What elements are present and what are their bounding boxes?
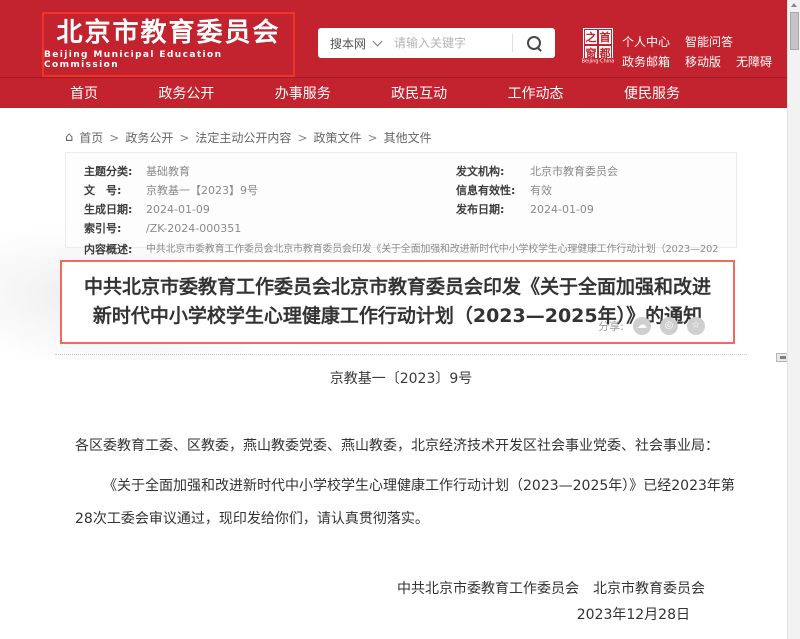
link-accessibility[interactable]: 无障碍 <box>736 53 772 70</box>
nav-item-gov-disclosure[interactable]: 政务公开 <box>158 83 214 103</box>
meta-value: 中共北京市委教育工作委员会北京市教育委员会印发《关于全面加强和改进新时代中小学校… <box>146 243 718 256</box>
search-scope-select[interactable]: 搜本网 <box>330 35 366 52</box>
meta-row-summary: 内容概述: 中共北京市委教育工作委员会北京市教育委员会印发《关于全面加强和改进新… <box>84 243 718 256</box>
share-row: 分享: ☁ ◎ ☆ <box>598 317 705 335</box>
capital-logo-char: 首 <box>598 29 612 45</box>
meta-row-issuing-agency: 发文机构: 北京市教育委员会 <box>456 165 718 178</box>
breadcrumb-item-statutory-content[interactable]: 法定主动公开内容 <box>195 129 291 146</box>
meta-value: 2024-01-09 <box>530 203 594 216</box>
meta-row-index-number: 索引号: /ZK-2024-000351 <box>84 222 456 235</box>
search-icon <box>527 36 541 50</box>
breadcrumb-item-policy-docs[interactable]: 政策文件 <box>314 129 362 146</box>
nav-item-interaction[interactable]: 政民互动 <box>391 83 447 103</box>
link-personal-center[interactable]: 个人中心 <box>622 33 670 50</box>
capital-logo-char: 之 <box>584 29 598 45</box>
meta-row-doc-number: 文 号: 京教基一【2023】9号 <box>84 184 456 197</box>
weibo-share-icon[interactable]: ◎ <box>660 317 678 335</box>
link-smart-qa[interactable]: 智能问答 <box>685 33 733 50</box>
article-title-annotation-box: 中共北京市委教育工作委员会北京市教育委员会印发《关于全面加强和改进新时代中小学校… <box>60 260 735 344</box>
wechat-share-icon[interactable]: ☁ <box>633 317 651 335</box>
article-paragraph: 《关于全面加强和改进新时代中小学校学生心理健康工作行动计划（2023—2025年… <box>75 470 737 536</box>
meta-label: 信息有效性: <box>456 184 530 197</box>
meta-label: 生成日期: <box>84 203 146 216</box>
meta-row-topic: 主题分类: 基础教育 <box>84 165 456 178</box>
scrollbar-up-arrow-icon[interactable] <box>791 3 797 7</box>
share-label: 分享: <box>598 318 624 334</box>
article-paragraph: 各区委教育工委、区教委，燕山教委党委、燕山教委，北京经济技术开发区社会事业党委、… <box>75 434 735 458</box>
breadcrumb-item-home[interactable]: 首页 <box>79 129 103 146</box>
meta-label: 主题分类: <box>84 165 146 178</box>
breadcrumb-separator: > <box>109 131 119 145</box>
site-title[interactable]: 北京市教育委员会 <box>56 19 280 47</box>
meta-value: 2024-01-09 <box>146 203 210 216</box>
capital-window-logo[interactable]: 之 首 窗 都 <box>583 28 613 58</box>
meta-label: 发布日期: <box>456 203 530 216</box>
meta-row-publish-date: 发布日期: 2024-01-09 <box>456 203 718 216</box>
meta-label: 文 号: <box>84 184 146 197</box>
nav-item-work-news[interactable]: 工作动态 <box>508 83 564 103</box>
scrollbar-thumb[interactable] <box>790 12 799 50</box>
chevron-down-icon[interactable] <box>373 37 383 47</box>
nav-item-convenience[interactable]: 便民服务 <box>624 83 680 103</box>
header-quick-links-row2: 政务邮箱 移动版 无障碍 <box>622 53 772 70</box>
article-date: 2023年12月28日 <box>75 604 690 624</box>
meta-value: 北京市教育委员会 <box>530 165 618 178</box>
site-header: 北京市教育委员会 Beijing Municipal Education Com… <box>0 0 787 77</box>
search-input[interactable] <box>392 35 512 51</box>
meta-row-created-date: 生成日期: 2024-01-09 <box>84 203 456 216</box>
scrollbar-track[interactable] <box>787 0 800 639</box>
home-icon: ⌂ <box>65 130 73 145</box>
favorite-share-icon[interactable]: ☆ <box>687 317 705 335</box>
meta-label: 发文机构: <box>456 165 530 178</box>
meta-value: 基础教育 <box>146 165 190 178</box>
article-signature: 中共北京市委教育工作委员会 北京市教育委员会 <box>75 578 705 598</box>
nav-item-home[interactable]: 首页 <box>70 83 98 103</box>
dotted-separator <box>55 354 747 355</box>
meta-label: 内容概述: <box>84 243 146 256</box>
breadcrumb-separator: > <box>297 131 307 145</box>
capital-logo-caption: Beijing·China <box>579 58 616 64</box>
link-gov-mail[interactable]: 政务邮箱 <box>622 53 670 70</box>
document-number: 京教基一〔2023〕9号 <box>65 368 737 388</box>
meta-value: /ZK-2024-000351 <box>146 222 241 235</box>
header-quick-links-row1: 个人中心 智能问答 <box>622 33 733 50</box>
main-nav: 首页 政务公开 办事服务 政民互动 工作动态 便民服务 <box>0 77 787 108</box>
breadcrumb-separator: > <box>179 131 189 145</box>
logo-annotation-box: 北京市教育委员会 Beijing Municipal Education Com… <box>42 12 295 77</box>
breadcrumb: ⌂ 首页 > 政务公开 > 法定主动公开内容 > 政策文件 > 其他文件 <box>65 129 432 146</box>
site-subtitle: Beijing Municipal Education Commission <box>44 50 293 70</box>
breadcrumb-separator: > <box>368 131 378 145</box>
breadcrumb-item-other-docs[interactable]: 其他文件 <box>384 129 432 146</box>
meta-value: 有效 <box>530 184 552 197</box>
breadcrumb-item-gov-disclosure[interactable]: 政务公开 <box>125 129 173 146</box>
meta-value: 京教基一【2023】9号 <box>146 184 258 197</box>
nav-item-services[interactable]: 办事服务 <box>275 83 331 103</box>
search-button[interactable] <box>513 28 555 58</box>
link-mobile-version[interactable]: 移动版 <box>685 53 721 70</box>
search-box: 搜本网 <box>318 28 555 58</box>
page: 北京市教育委员会 Beijing Municipal Education Com… <box>0 0 800 639</box>
document-meta-panel: 主题分类: 基础教育 文 号: 京教基一【2023】9号 生成日期: 2024-… <box>65 152 737 248</box>
meta-row-validity: 信息有效性: 有效 <box>456 184 718 197</box>
meta-label: 索引号: <box>84 222 146 235</box>
